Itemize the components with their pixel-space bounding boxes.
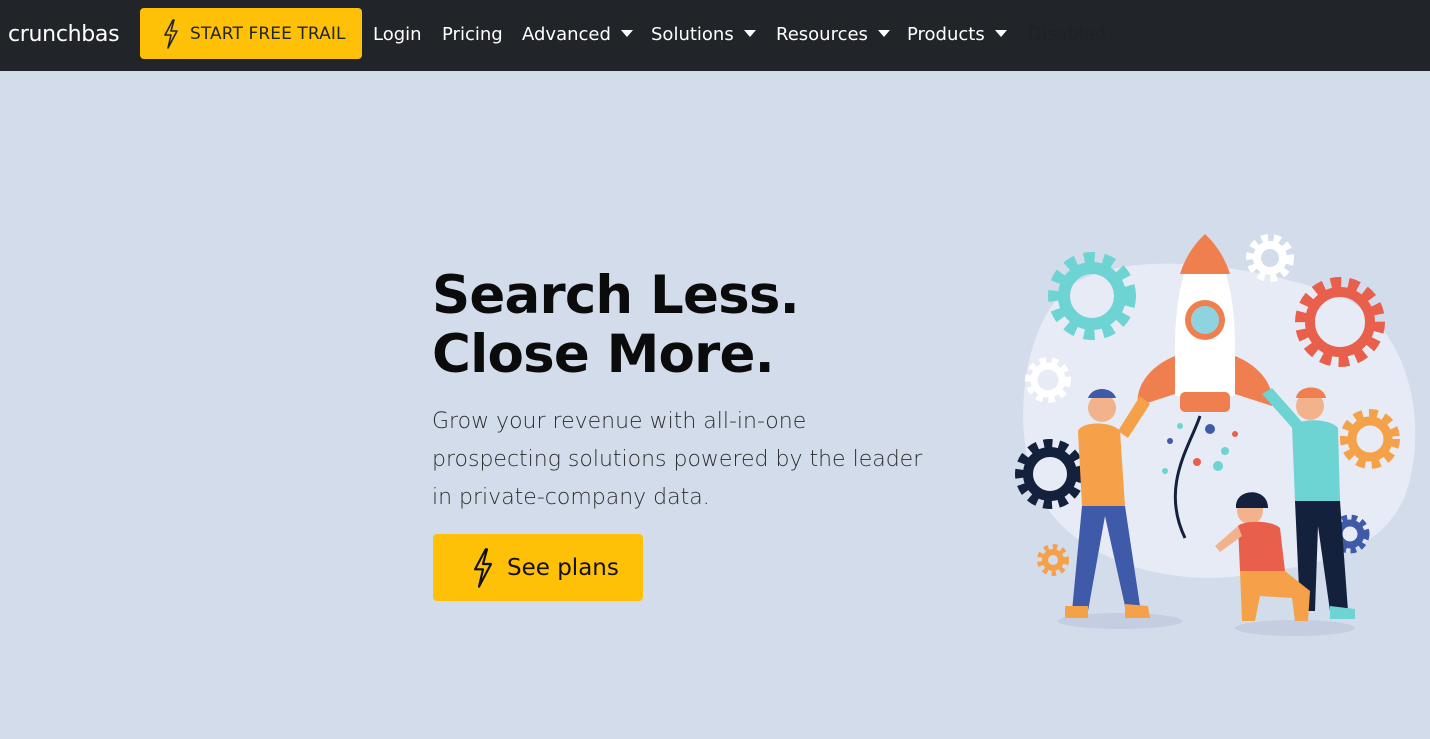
small-orange-gear-icon <box>1037 544 1069 576</box>
nav-pricing-label: Pricing <box>442 24 503 45</box>
nav-products-label: Products <box>907 24 985 45</box>
hero-lead-line-1: Grow your revenue with all-in-one <box>432 409 807 434</box>
rocket-launch-team-illustration <box>1015 234 1416 636</box>
nav-products-dropdown[interactable]: Products <box>907 22 1007 48</box>
white-gear-icon <box>1246 234 1294 282</box>
nav-login-link[interactable]: Login <box>373 22 422 48</box>
see-plans-button[interactable]: See plans <box>433 534 643 601</box>
lightning-bolt-icon <box>164 18 178 49</box>
caret-down-icon <box>743 30 756 37</box>
lightning-bolt-icon <box>473 547 493 588</box>
see-plans-label: See plans <box>507 554 619 581</box>
nav-solutions-dropdown[interactable]: Solutions <box>651 22 756 48</box>
nav-pricing-link[interactable]: Pricing <box>442 22 503 48</box>
nav-resources-label: Resources <box>776 24 868 45</box>
start-free-trial-label: START FREE TRAIL <box>190 23 346 44</box>
nav-disabled-label: Disabled <box>1028 24 1107 45</box>
nav-disabled-link: Disabled <box>1028 22 1106 48</box>
start-free-trial-button[interactable]: START FREE TRAIL <box>140 8 362 59</box>
hero-lead-text: Grow your revenue with all-in-one prospe… <box>432 403 932 517</box>
hero-lead-line-2: prospecting solutions powered by the lea… <box>432 447 923 472</box>
brand-logo[interactable]: crunchbas <box>8 20 120 50</box>
caret-down-icon <box>994 30 1007 37</box>
top-navbar: crunchbas START FREE TRAIL Login Pricing… <box>0 0 1430 71</box>
nav-advanced-dropdown[interactable]: Advanced <box>522 22 633 48</box>
caret-down-icon <box>877 30 890 37</box>
nav-solutions-label: Solutions <box>651 24 734 45</box>
hero-headline-line-2: Close More. <box>432 324 775 385</box>
nav-login-label: Login <box>373 24 422 45</box>
hero-lead-line-3: in private-company data. <box>432 485 710 510</box>
caret-down-icon <box>620 30 633 37</box>
nav-resources-dropdown[interactable]: Resources <box>776 22 890 48</box>
hero-headline-line-1: Search Less. <box>432 265 800 326</box>
hero-headline: Search Less. Close More. <box>432 265 800 385</box>
nav-advanced-label: Advanced <box>522 24 611 45</box>
